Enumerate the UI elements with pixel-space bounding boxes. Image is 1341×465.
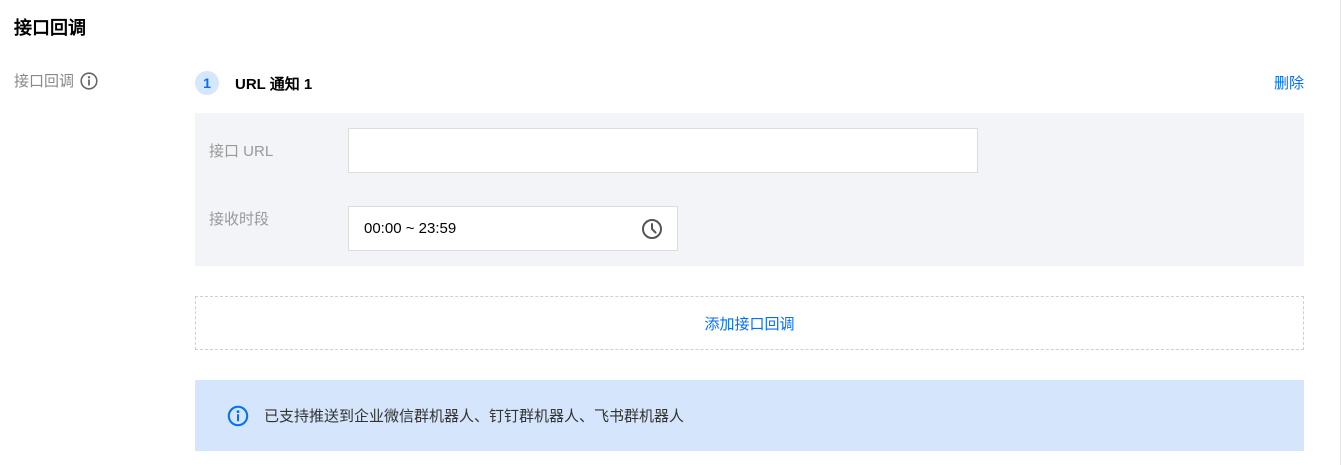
- clock-icon: [642, 219, 662, 239]
- info-icon[interactable]: [80, 71, 98, 90]
- time-range-picker[interactable]: 00:00 ~ 23:59: [348, 206, 678, 251]
- add-callback-button[interactable]: 添加接口回调: [195, 296, 1304, 350]
- field-label-callback: 接口回调: [14, 70, 98, 91]
- time-range-value: 00:00 ~ 23:59: [364, 220, 457, 237]
- time-label: 接收时段: [209, 211, 270, 228]
- notify-form-panel: 接口 URL 接收时段 00:00 ~ 23:59: [195, 113, 1304, 266]
- delete-link[interactable]: 删除: [1274, 72, 1304, 93]
- banner-text: 已支持推送到企业微信群机器人、钉钉群机器人、飞书群机器人: [264, 408, 685, 425]
- url-input[interactable]: [348, 128, 978, 173]
- section-title: 接口回调: [14, 18, 86, 38]
- field-label-text: 接口回调: [14, 73, 75, 90]
- notify-title: URL 通知 1: [235, 75, 313, 93]
- notify-header: 1 URL 通知 1: [195, 70, 312, 96]
- step-badge: 1: [195, 71, 219, 95]
- info-icon: [227, 405, 249, 426]
- url-label: 接口 URL: [209, 143, 274, 160]
- info-banner: 已支持推送到企业微信群机器人、钉钉群机器人、飞书群机器人: [195, 380, 1304, 451]
